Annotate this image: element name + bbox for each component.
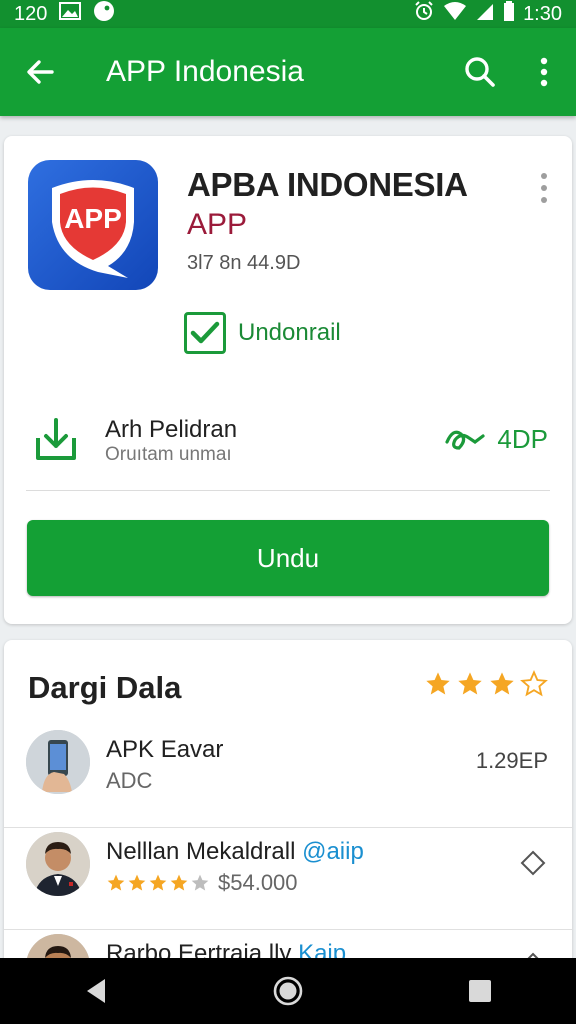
star-icon xyxy=(149,874,167,891)
star-icon xyxy=(490,672,514,695)
app-bar: APP Indonesia xyxy=(0,28,576,116)
star-icon xyxy=(426,672,450,695)
checkbox[interactable] xyxy=(184,312,226,354)
install-button[interactable]: Undu xyxy=(27,520,549,596)
system-nav-bar xyxy=(0,958,576,1024)
star-icon xyxy=(107,874,125,891)
nav-home-icon xyxy=(273,976,303,1006)
section-title: Dargi Dala xyxy=(28,670,182,705)
list-item-title: Nelllan Mekaldrall @aiip xyxy=(106,838,364,866)
star-icon xyxy=(128,874,146,891)
download-row-action[interactable]: 4DP xyxy=(445,424,548,455)
download-row-title: Arh Pelidran xyxy=(105,416,238,443)
list-item[interactable]: Nelllan Mekaldrall @aiip $54.000 xyxy=(4,828,572,930)
list-item-subtitle: ADC xyxy=(106,768,152,794)
nav-back-button[interactable] xyxy=(66,961,126,1021)
app-meta: 3l7 8n 44.9D xyxy=(187,252,301,274)
app-bar-title: APP Indonesia xyxy=(106,55,304,88)
more-vert-icon xyxy=(540,57,548,87)
list-item-title: APK Eavar xyxy=(106,736,223,764)
download-icon xyxy=(32,416,80,466)
checkbox-label: Undonrail xyxy=(238,319,341,346)
app-icon[interactable]: APP xyxy=(28,160,158,290)
download-row-subtitle: Oruıtam unmaı xyxy=(105,444,232,465)
nav-back-icon xyxy=(87,979,105,1003)
list-item-title-text: APK Eavar xyxy=(106,736,224,763)
avatar xyxy=(26,832,90,896)
chat-icon xyxy=(93,0,115,28)
list-item[interactable]: APK Eavar ADC 1.29EP xyxy=(4,726,572,828)
star-icon xyxy=(170,874,188,891)
section-rating xyxy=(424,670,548,698)
star-empty-icon xyxy=(191,874,209,891)
overflow-menu-button[interactable] xyxy=(512,28,576,116)
nav-recents-button[interactable] xyxy=(450,961,510,1021)
star-icon xyxy=(458,672,482,695)
app-developer[interactable]: APP xyxy=(187,208,247,242)
app-details-card: APP APBA INDONESIA APP 3l7 8n 44.9D Undo… xyxy=(4,136,572,624)
back-button[interactable] xyxy=(0,28,80,116)
nav-home-button[interactable] xyxy=(258,961,318,1021)
alarm-icon xyxy=(413,0,435,28)
search-icon xyxy=(465,57,495,87)
list-item-price: $54.000 xyxy=(218,870,298,895)
list-item-subtitle-text: ADC xyxy=(106,768,153,793)
signal-icon xyxy=(475,1,495,27)
app-more-button[interactable] xyxy=(534,170,554,206)
diamond-icon xyxy=(520,850,546,876)
status-bar: 120 1:30 xyxy=(0,0,576,28)
download-row-value: 4DP xyxy=(497,424,548,454)
image-icon xyxy=(59,2,82,26)
list-item-value: 1.29EP xyxy=(475,748,548,773)
nav-recents-icon xyxy=(469,980,491,1002)
list-item-subtitle: $54.000 xyxy=(106,870,298,896)
search-button[interactable] xyxy=(448,28,512,116)
related-list-card: Dargi Dala APK Eavar ADC 1.29EP Nelllan … xyxy=(4,640,572,970)
divider xyxy=(26,490,550,491)
status-time: 1:30 xyxy=(523,2,562,25)
wifi-icon xyxy=(443,1,467,27)
checkbox-row[interactable]: Undonrail xyxy=(184,312,341,354)
list-item-link[interactable]: @aiip xyxy=(302,838,364,865)
check-icon xyxy=(190,321,220,344)
more-vert-icon xyxy=(541,173,547,203)
app-icon-text: APP xyxy=(64,203,122,234)
back-arrow-icon xyxy=(27,60,54,84)
list-item-rating xyxy=(106,873,210,893)
avatar xyxy=(26,730,90,794)
app-name: APBA INDONESIA xyxy=(187,166,468,203)
battery-icon xyxy=(503,1,515,27)
diamond-button[interactable] xyxy=(520,850,546,876)
list-item-title-text: Nelllan Mekaldrall xyxy=(106,838,296,865)
status-left-text: 120 xyxy=(14,2,48,25)
star-outline-icon xyxy=(520,670,548,697)
pulse-icon xyxy=(445,430,486,450)
